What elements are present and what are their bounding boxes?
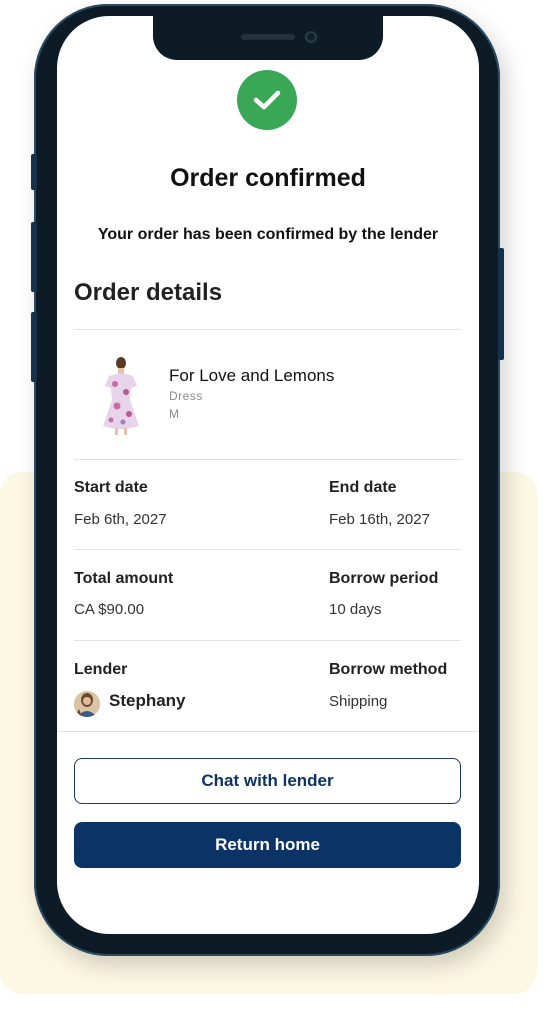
product-thumbnail[interactable]: [99, 354, 143, 436]
borrow-period-label: Borrow period: [329, 570, 439, 587]
lender-label: Lender: [74, 661, 128, 678]
end-date-value: Feb 16th, 2027: [329, 511, 430, 528]
phone-side-button: [31, 154, 37, 190]
lender-name[interactable]: Stephany: [109, 691, 186, 711]
check-icon: [253, 90, 281, 110]
borrow-method-value: Shipping: [329, 693, 388, 710]
product-size: M: [169, 407, 179, 421]
borrow-method-label: Borrow method: [329, 661, 448, 678]
section-title-order-details: Order details: [74, 279, 223, 306]
return-home-button[interactable]: Return home: [74, 822, 461, 868]
success-badge: [237, 70, 297, 130]
product-category: Dress: [169, 389, 203, 403]
divider: [57, 731, 479, 732]
divider: [74, 640, 461, 641]
phone-notch: [153, 16, 383, 60]
borrow-period-value: 10 days: [329, 601, 382, 618]
start-date-value: Feb 6th, 2027: [74, 511, 167, 528]
chat-with-lender-button[interactable]: Chat with lender: [74, 758, 461, 804]
start-date-label: Start date: [74, 479, 148, 496]
total-amount-label: Total amount: [74, 570, 174, 587]
page-title: Order confirmed: [170, 164, 366, 192]
phone-volume-down: [31, 312, 37, 382]
avatar-image: [74, 691, 100, 717]
phone-screen: Order confirmed Your order has been conf…: [57, 16, 479, 934]
product-name[interactable]: For Love and Lemons: [169, 366, 334, 386]
phone-volume-up: [31, 222, 37, 292]
end-date-label: End date: [329, 479, 397, 496]
front-camera: [305, 31, 317, 43]
divider: [74, 459, 461, 460]
speaker-grille: [241, 34, 295, 40]
divider: [74, 549, 461, 550]
dress-thumbnail: [103, 357, 139, 435]
divider: [74, 329, 461, 330]
confirmation-message: Your order has been confirmed by the len…: [97, 226, 439, 243]
phone-power-button: [498, 248, 504, 360]
lender-avatar[interactable]: [74, 691, 100, 717]
total-amount-value: CA $90.00: [74, 601, 145, 618]
